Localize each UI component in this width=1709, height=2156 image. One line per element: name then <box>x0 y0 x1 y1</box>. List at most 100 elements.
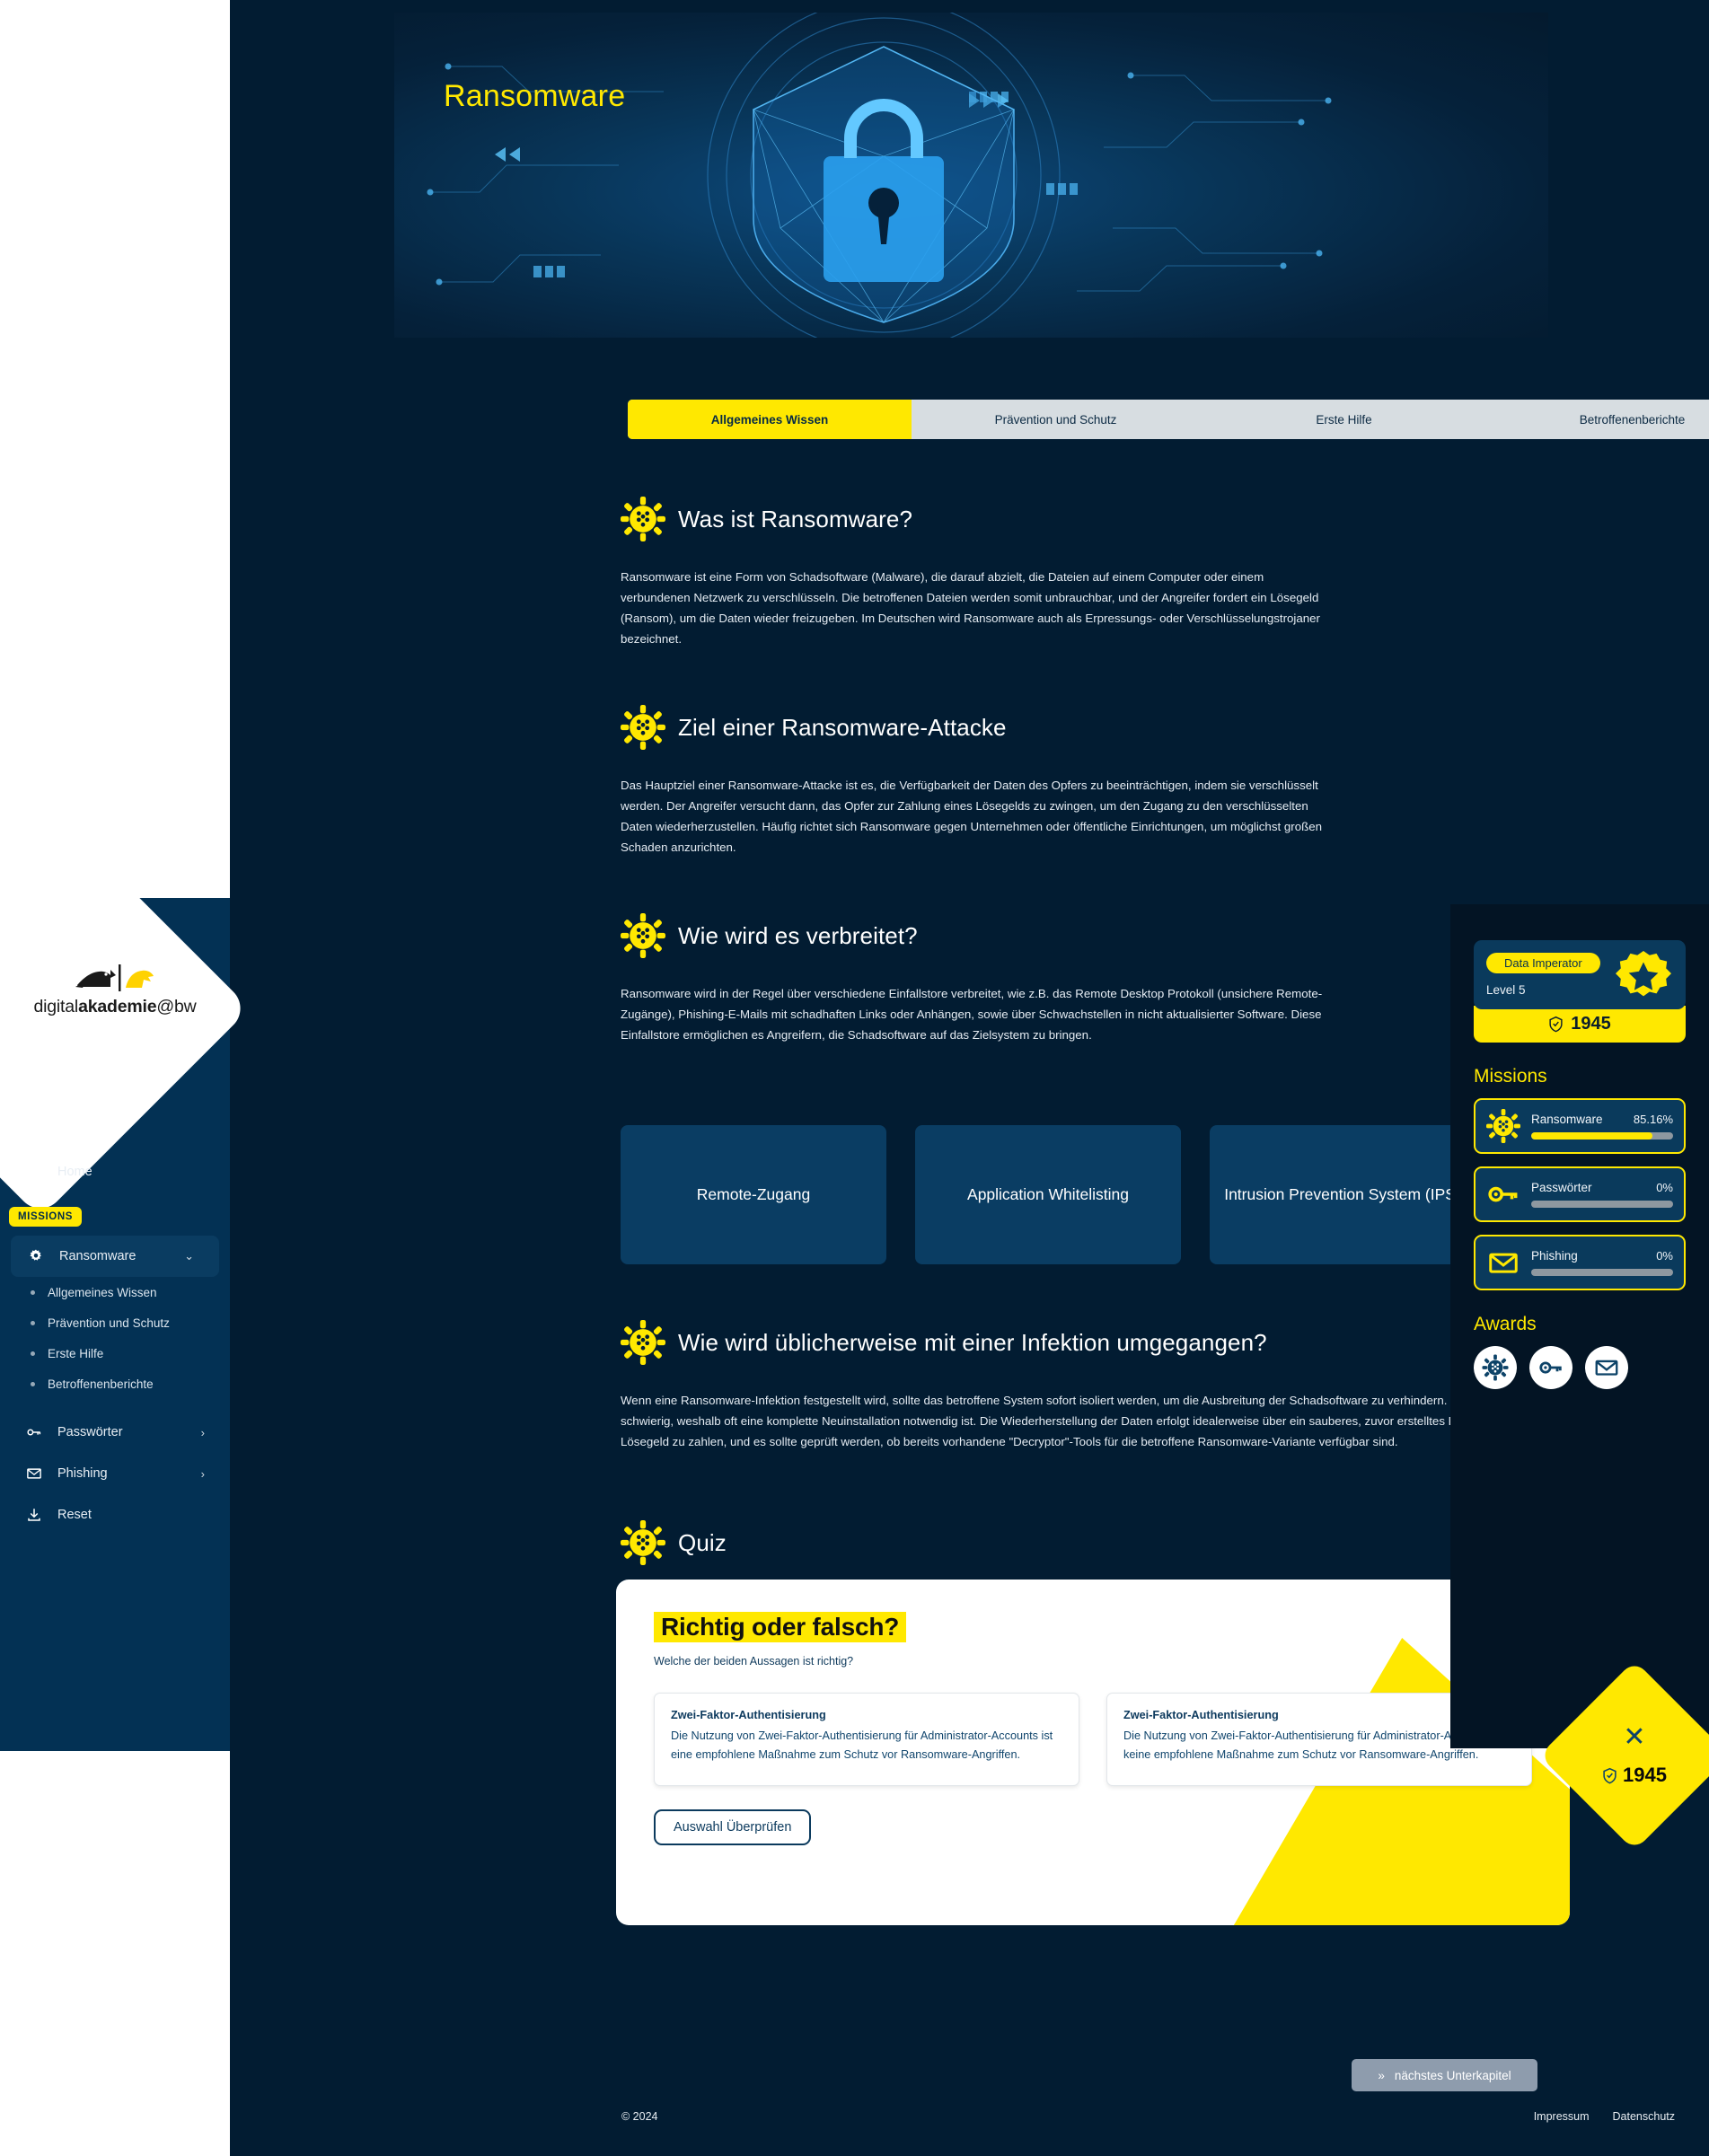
star-burst-icon <box>1616 950 1671 997</box>
gamification-panel: Data Imperator Level 5 1945 Missions Ran… <box>1450 904 1709 1748</box>
next-subchapter-label: nächstes Unterkapitel <box>1394 2068 1511 2082</box>
section-heading-row: Was ist Ransomware? <box>621 497 1330 541</box>
mission-row-passwoerter[interactable]: Passwörter 0% <box>1474 1166 1686 1222</box>
chevron-down-icon[interactable]: ⌄ <box>184 1249 194 1263</box>
footer-link-datenschutz[interactable]: Datenschutz <box>1613 2110 1675 2123</box>
virus-icon <box>621 1520 665 1565</box>
awards-heading: Awards <box>1474 1314 1537 1334</box>
rank-badge: Data Imperator <box>1486 953 1600 973</box>
lion-griffin-logo-icon <box>74 959 156 993</box>
mission-percent: 85.16% <box>1633 1113 1673 1126</box>
envelope-icon <box>25 1465 43 1483</box>
quiz-answer-title: Zwei-Faktor-Authentisierung <box>671 1709 826 1721</box>
quiz-question-subtitle: Welche der beiden Aussagen ist richtig? <box>654 1655 854 1668</box>
virus-icon <box>1482 1354 1509 1381</box>
card-remote-zugang[interactable]: Remote-Zugang <box>621 1125 886 1264</box>
mission-row-ransomware[interactable]: Ransomware 85.16% <box>1474 1098 1686 1154</box>
section-heading-row: Quiz <box>621 1520 1330 1565</box>
quiz-answer-text: Die Nutzung von Zwei-Faktor-Authentisier… <box>1123 1729 1506 1761</box>
awards-row <box>1474 1346 1686 1389</box>
sidebar-subitem-label: Erste Hilfe <box>48 1346 104 1360</box>
shield-icon <box>1549 1016 1563 1033</box>
footer-links: Impressum Datenschutz <box>1534 2110 1675 2123</box>
missions-heading: Missions <box>1474 1066 1547 1087</box>
section-title: Was ist Ransomware? <box>678 505 913 532</box>
tab-allgemeines-wissen[interactable]: Allgemeines Wissen <box>628 400 912 439</box>
section-wie-wird-es-verbreitet: Wie wird es verbreitet? Ransomware wird … <box>621 913 1330 1045</box>
bullet-icon <box>31 1351 35 1356</box>
sidebar-item-ransomware-label: Ransomware <box>59 1249 137 1263</box>
mission-progress-fill <box>1531 1132 1652 1140</box>
virus-icon <box>1486 1109 1520 1143</box>
mission-row-phishing[interactable]: Phishing 0% <box>1474 1235 1686 1290</box>
brand-logo-text: digitalakademie@bw <box>34 997 197 1017</box>
sidebar-item-reset[interactable]: Reset <box>0 1494 230 1536</box>
sidebar-subitem-praevention-und-schutz[interactable]: Prävention und Schutz <box>0 1307 230 1338</box>
section-title: Ziel einer Ransomware-Attacke <box>678 713 1007 741</box>
quiz-question-title: Richtig oder falsch? <box>654 1612 907 1642</box>
quiz-answers: Zwei-Faktor-Authentisierung Die Nutzung … <box>654 1693 1532 1787</box>
envelope-icon <box>1489 1253 1518 1273</box>
hero-title: Ransomware <box>444 79 626 113</box>
footer-link-impressum[interactable]: Impressum <box>1534 2110 1590 2123</box>
sidebar-subitem-label: Allgemeines Wissen <box>48 1285 157 1299</box>
sidebar-item-passwoerter[interactable]: Passwörter › <box>0 1412 230 1453</box>
chapter-tabs: Allgemeines Wissen Prävention und Schutz… <box>628 400 1709 439</box>
virus-icon <box>621 1320 665 1365</box>
key-icon <box>1488 1186 1518 1202</box>
sidebar-item-home[interactable]: Home <box>0 1151 230 1192</box>
quiz-answer-text: Die Nutzung von Zwei-Faktor-Authentisier… <box>671 1729 1053 1761</box>
mission-percent: 0% <box>1656 1249 1673 1263</box>
tab-betroffenenberichte[interactable]: Betroffenenberichte <box>1488 400 1709 439</box>
download-icon <box>25 1506 43 1524</box>
virus-icon <box>621 913 665 958</box>
hero-artwork <box>427 13 1332 338</box>
sidebar-item-phishing-label: Phishing <box>57 1466 108 1481</box>
quiz-panel: Richtig oder falsch? Welche der beiden A… <box>616 1580 1570 1925</box>
sidebar-subitem-betroffenenberichte[interactable]: Betroffenenberichte <box>0 1368 230 1399</box>
logo-text-light: digital <box>33 996 79 1016</box>
sidebar-item-phishing[interactable]: Phishing › <box>0 1453 230 1494</box>
sidebar-subitem-allgemeines-wissen[interactable]: Allgemeines Wissen <box>0 1277 230 1307</box>
copyright-text: © 2024 <box>621 2110 658 2123</box>
points-value: 1945 <box>1571 1014 1611 1034</box>
chevron-right-icon[interactable]: › <box>201 1426 205 1439</box>
tab-praevention-und-schutz[interactable]: Prävention und Schutz <box>912 400 1200 439</box>
virus-icon <box>621 497 665 541</box>
shield-icon <box>1603 1767 1617 1783</box>
sidebar-group-ransomware[interactable]: Ransomware ⌄ <box>11 1236 219 1277</box>
quiz-answer-option-1[interactable]: Zwei-Faktor-Authentisierung Die Nutzung … <box>654 1693 1079 1787</box>
card-application-whitelisting[interactable]: Application Whitelisting <box>915 1125 1181 1264</box>
quiz-check-button[interactable]: Auswahl Überprüfen <box>654 1809 812 1846</box>
sidebar-subitem-erste-hilfe[interactable]: Erste Hilfe <box>0 1338 230 1368</box>
section-title: Wie wird es verbreitet? <box>678 921 918 949</box>
award-passwoerter[interactable] <box>1529 1346 1572 1389</box>
section-body: Ransomware ist eine Form von Schadsoftwa… <box>621 570 1320 647</box>
sidebar-item-home-label: Home <box>57 1165 92 1179</box>
card-intrusion-prevention-system[interactable]: Intrusion Prevention System (IPS) <box>1210 1125 1476 1264</box>
section-quiz: Quiz <box>621 1520 1330 1565</box>
award-phishing[interactable] <box>1585 1346 1628 1389</box>
sidebar-bottom-spacer <box>0 1751 230 2156</box>
chevron-right-icon[interactable]: › <box>201 1467 205 1481</box>
award-ransomware[interactable] <box>1474 1346 1517 1389</box>
sidebar-subitem-label: Prävention und Schutz <box>48 1316 170 1330</box>
bullet-icon <box>31 1381 35 1386</box>
next-subchapter-button[interactable]: » nächstes Unterkapitel <box>1352 2059 1537 2091</box>
sidebar-item-reset-label: Reset <box>57 1508 92 1522</box>
reward-overlay[interactable]: ✕ 1945 <box>1567 1688 1702 1823</box>
logo-text-bold: akademie <box>78 996 157 1016</box>
mission-name: Passwörter <box>1531 1181 1592 1194</box>
envelope-icon <box>1595 1360 1618 1376</box>
key-icon <box>1539 1361 1562 1374</box>
sidebar-top-spacer <box>0 0 230 898</box>
quiz-heading: Quiz <box>678 1528 727 1556</box>
mission-percent: 0% <box>1656 1181 1673 1194</box>
close-icon[interactable]: ✕ <box>1623 1724 1645 1751</box>
gear-icon <box>27 1247 45 1265</box>
brand-logo[interactable]: digitalakademie@bw <box>0 934 230 1042</box>
tab-erste-hilfe[interactable]: Erste Hilfe <box>1200 400 1488 439</box>
sidebar-subitem-label: Betroffenenberichte <box>48 1377 154 1391</box>
sidebar-item-ransomware[interactable]: Ransomware ⌄ <box>11 1236 219 1277</box>
key-icon <box>25 1423 43 1441</box>
